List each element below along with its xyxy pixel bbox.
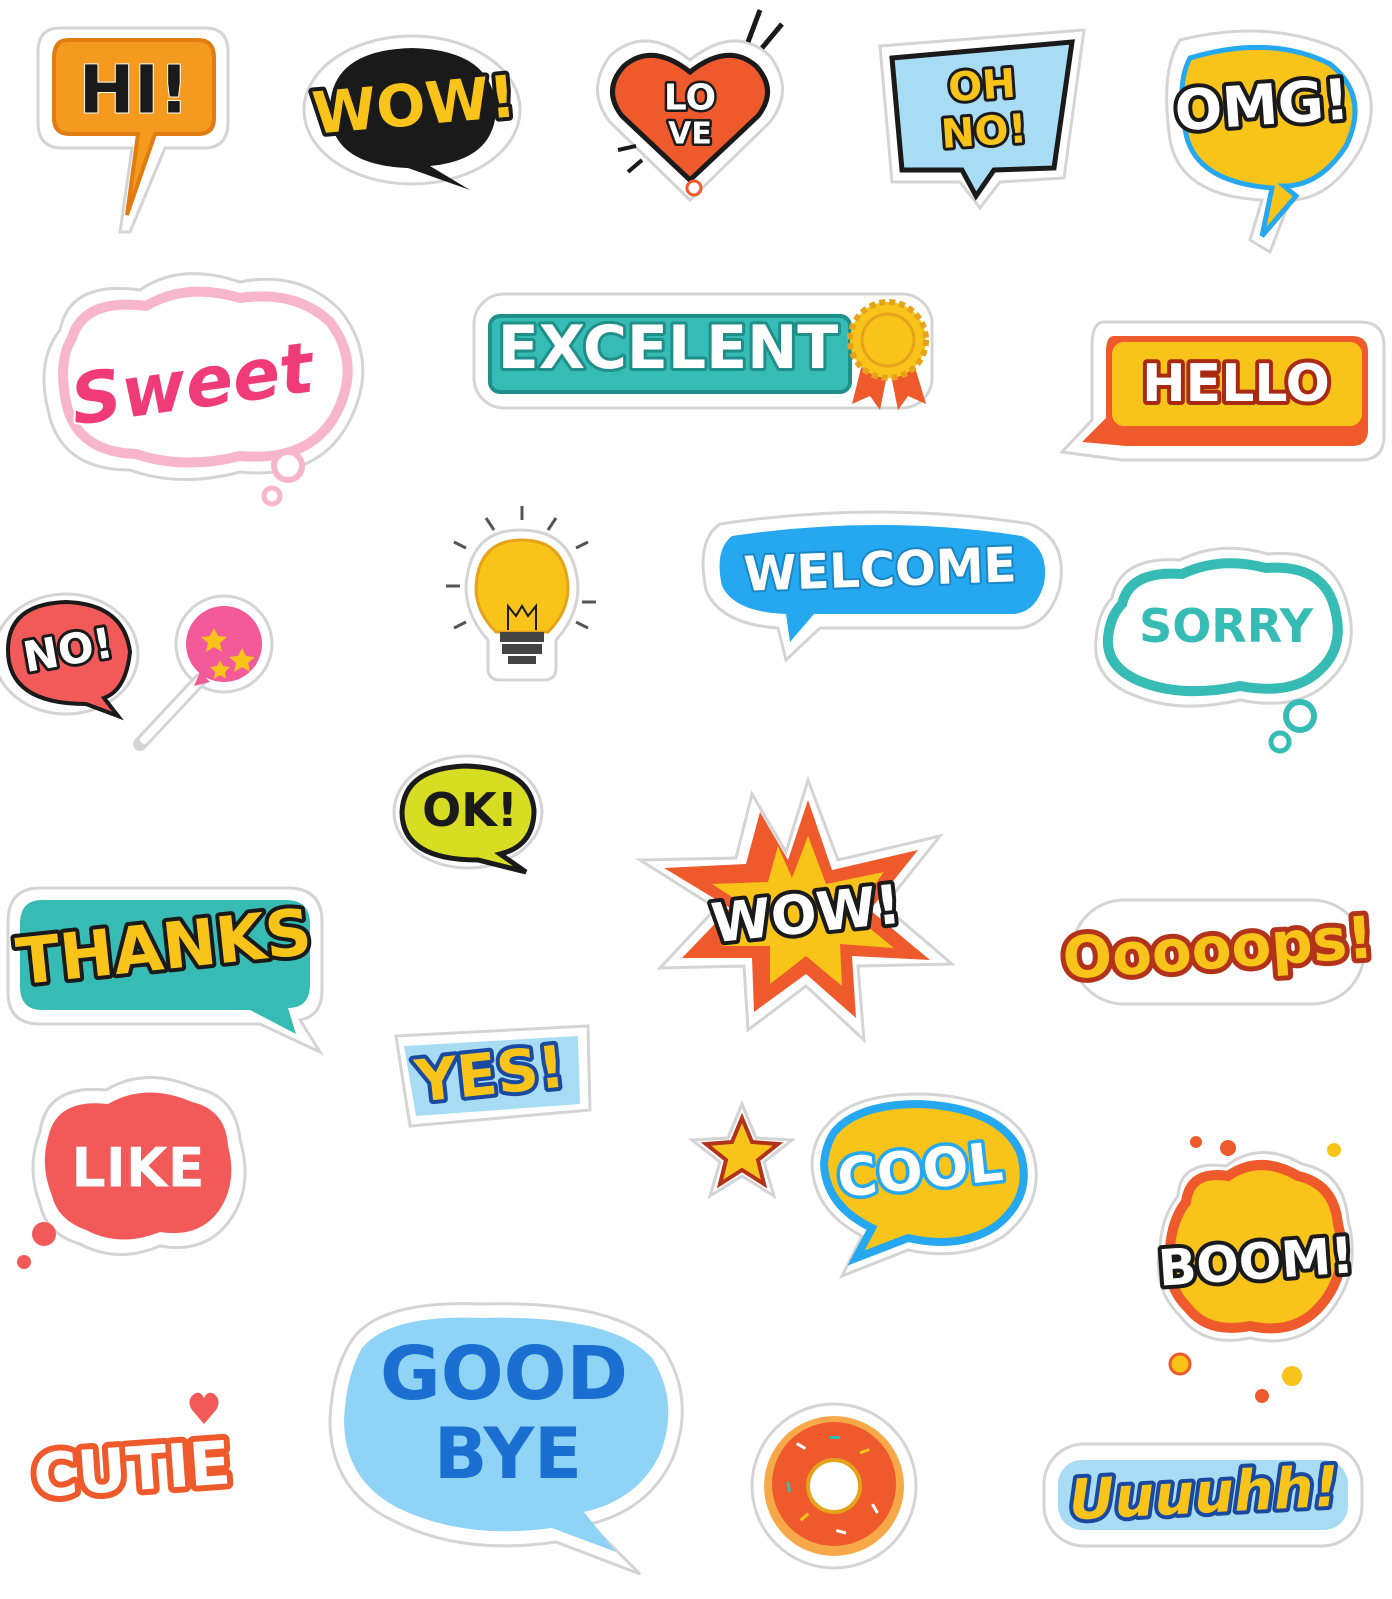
sticker-thanks[interactable]: THANKS <box>6 886 324 1056</box>
ohno-label-1: OH <box>947 61 1018 112</box>
excelent-label: EXCELENT <box>498 313 839 383</box>
lightbulb-icon <box>446 506 596 682</box>
donut-icon <box>750 1402 918 1570</box>
goodbye-label-2: BYE <box>434 1413 582 1495</box>
sticker-like[interactable]: LIKE <box>17 1076 247 1269</box>
sticker-welcome[interactable]: WELCOME <box>701 510 1063 663</box>
star-icon <box>687 1100 797 1200</box>
ohno-label-2: NO! <box>940 106 1029 158</box>
ok-label: OK! <box>422 783 518 837</box>
hi-label: HI! <box>79 52 189 129</box>
sticker-ok[interactable]: OK! <box>392 754 544 875</box>
sticker-excelent[interactable]: EXCELENT <box>472 292 934 410</box>
sticker-cutie[interactable]: CUTIE <box>25 1392 239 1518</box>
sticker-sorry[interactable]: SORRY <box>1094 546 1353 754</box>
sticker-oooops[interactable]: Ooooops! <box>1055 898 1381 1006</box>
sticker-goodbye[interactable]: GOOD BYE <box>328 1302 684 1576</box>
lollipop-icon <box>133 594 274 751</box>
sticker-hello[interactable]: HELLO <box>1058 320 1386 462</box>
sticker-boom[interactable]: BOOM! <box>1152 1136 1360 1403</box>
goodbye-label-1: GOOD <box>380 1331 628 1417</box>
omg-label: OMG! <box>1173 67 1352 144</box>
sorry-label: SORRY <box>1139 599 1314 653</box>
sticker-sheet: HI! WOW! LO VE OH NO! OMG! Sweet EXCELEN… <box>0 9 1386 1576</box>
love-label-1: LO <box>664 78 716 119</box>
heart-icon <box>189 1392 219 1424</box>
like-label: LIKE <box>71 1137 204 1200</box>
sticker-wow-burst[interactable]: WOW! <box>634 775 956 1044</box>
sticker-uuuuhh[interactable]: Uuuuhh! <box>1042 1442 1364 1548</box>
hello-label: HELLO <box>1142 354 1330 414</box>
sticker-omg[interactable]: OMG! <box>1165 29 1373 255</box>
welcome-label: WELCOME <box>743 537 1018 602</box>
sticker-cool[interactable]: COOL <box>810 1092 1038 1279</box>
love-label-2: VE <box>668 117 712 152</box>
sticker-love[interactable]: LO VE <box>596 9 784 203</box>
sticker-wow-top[interactable]: WOW! <box>302 34 522 190</box>
sticker-no[interactable]: NO! <box>0 592 140 721</box>
sticker-ohno[interactable]: OH NO! <box>878 28 1086 211</box>
sticker-sweet[interactable]: Sweet <box>42 272 365 507</box>
sticker-yes[interactable]: YES! <box>394 1024 592 1128</box>
sticker-hi[interactable]: HI! <box>36 26 230 234</box>
cutie-label: CUTIE <box>31 1428 232 1512</box>
